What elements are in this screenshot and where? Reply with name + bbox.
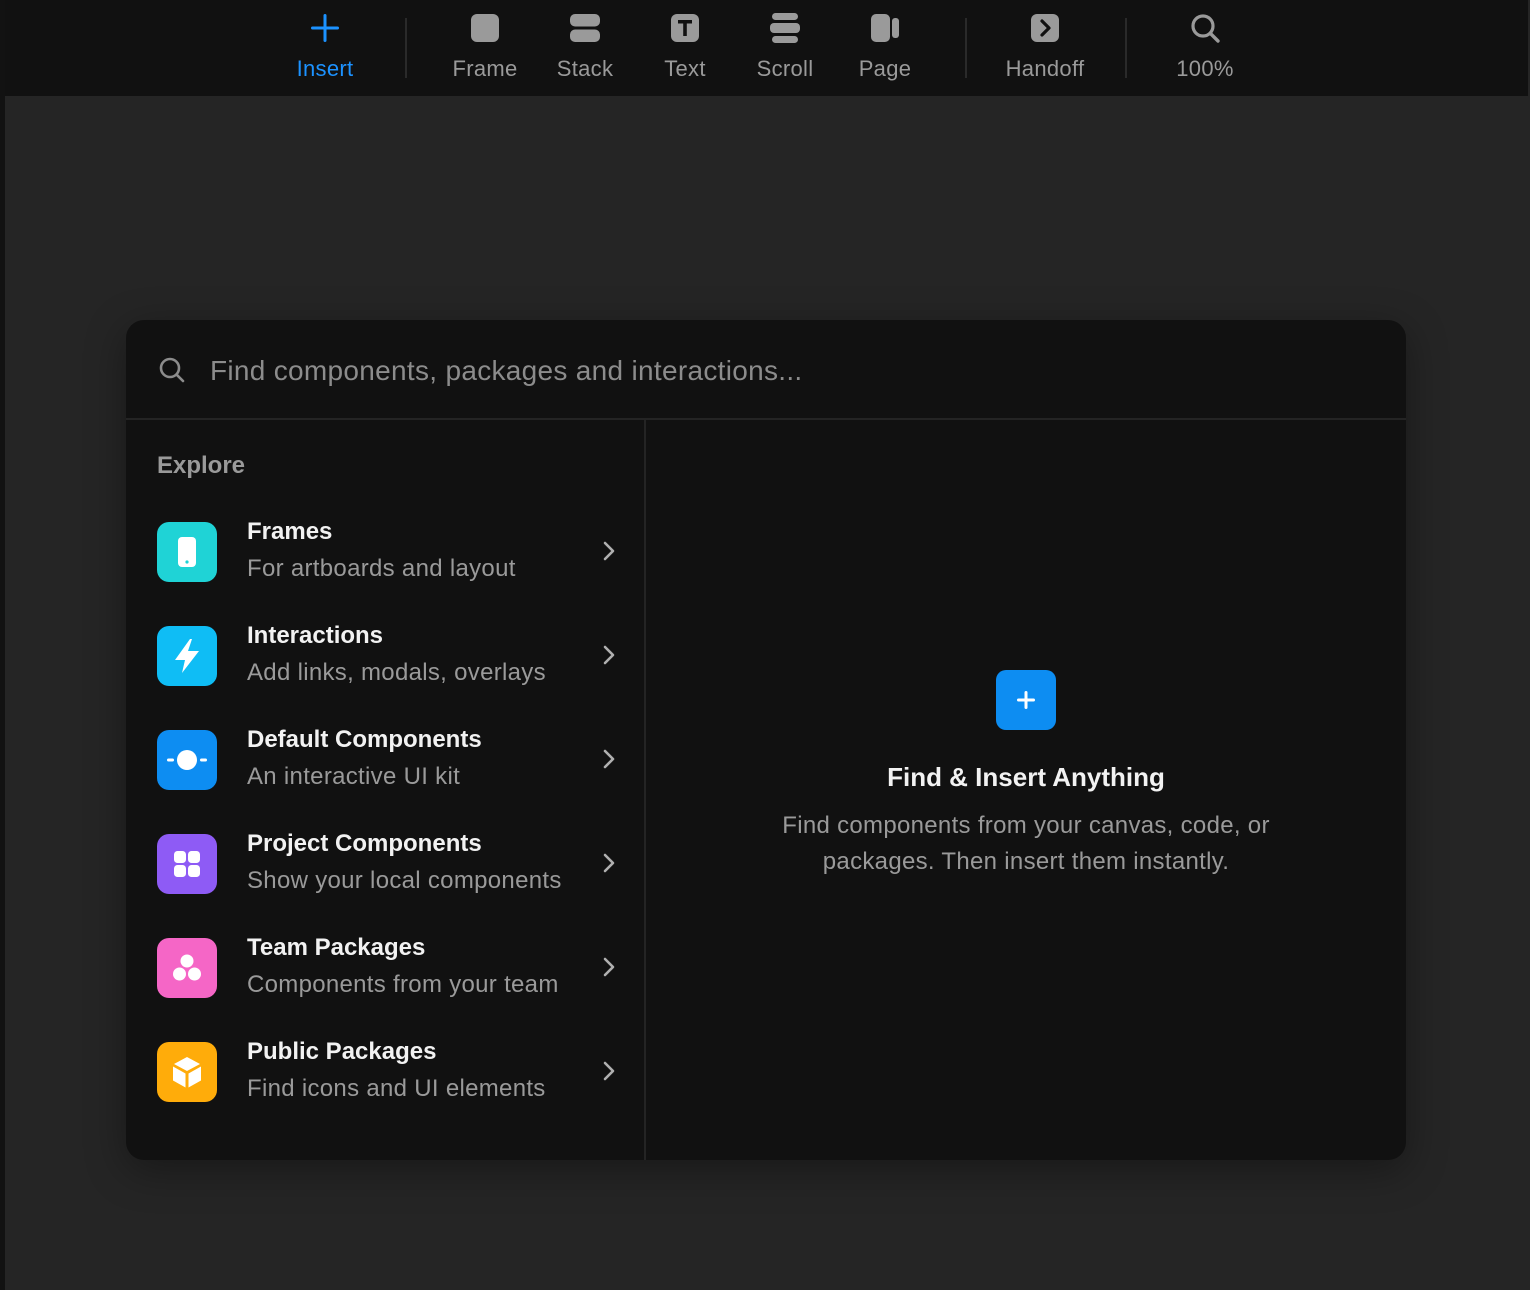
toolbar-zoom-button[interactable]: 100% xyxy=(1155,0,1255,96)
toolbar-scroll-label: Scroll xyxy=(756,56,814,81)
empty-state-pane: Find & Insert Anything Find components f… xyxy=(646,420,1406,1160)
team-packages-icon-box xyxy=(157,938,217,998)
interactions-icon-box xyxy=(157,626,217,686)
toolbar-zoom-label: 100% xyxy=(1176,56,1234,81)
explore-item-interactions[interactable]: Interactions Add links, modals, overlays xyxy=(126,612,644,708)
cube-icon xyxy=(173,1057,201,1088)
explore-item-subtitle: For artboards and layout xyxy=(247,555,516,582)
frame-icon xyxy=(471,14,499,42)
chevron-right-icon xyxy=(603,749,615,769)
plus-icon xyxy=(1017,691,1035,709)
toolbar-frame-label: Frame xyxy=(452,56,518,81)
app-window: Insert Frame Stack Text Scroll Page Hand… xyxy=(5,0,1530,1290)
explore-item-title: Interactions xyxy=(247,622,384,649)
empty-state-title: Find & Insert Anything xyxy=(887,762,1165,792)
explore-item-title: Frames xyxy=(247,518,333,545)
toolbar-insert-label: Insert xyxy=(296,56,354,81)
toolbar-page-button[interactable]: Page xyxy=(835,0,935,96)
toolbar-page-label: Page xyxy=(858,56,912,81)
search-bar xyxy=(126,320,1406,420)
phone-icon xyxy=(178,537,196,567)
empty-state-description: Find components from your canvas, code, … xyxy=(782,812,1270,875)
toolbar-handoff-label: Handoff xyxy=(1005,56,1085,81)
page-icon xyxy=(871,14,899,42)
explore-item-default-components[interactable]: Default Components An interactive UI kit xyxy=(126,716,644,812)
explore-item-subtitle: An interactive UI kit xyxy=(247,763,461,790)
toolbar-insert-button[interactable]: Insert xyxy=(275,0,375,96)
explore-item-subtitle: Components from your team xyxy=(247,971,559,998)
toolbar-separator xyxy=(405,18,407,78)
explore-item-public-packages[interactable]: Public Packages Find icons and UI elemen… xyxy=(126,1028,644,1124)
slider-toggle-icon xyxy=(167,750,207,770)
team-circles-icon xyxy=(173,954,201,981)
plus-icon xyxy=(311,14,339,42)
explore-item-title: Default Components xyxy=(247,726,482,753)
chevron-right-icon xyxy=(603,645,615,665)
explore-item-title: Team Packages xyxy=(247,934,426,961)
lightning-icon xyxy=(175,639,199,673)
chevron-right-icon xyxy=(603,1061,615,1081)
explore-item-frames[interactable]: Frames For artboards and layout xyxy=(126,508,644,604)
grid-icon xyxy=(174,851,200,877)
explore-title: Explore xyxy=(157,452,246,479)
toolbar-separator xyxy=(965,18,967,78)
search-icon xyxy=(159,357,185,383)
explore-pane: Explore Frames For artboards and layout xyxy=(126,420,646,1160)
toolbar-frame-button[interactable]: Frame xyxy=(435,0,535,96)
toolbar: Insert Frame Stack Text Scroll Page Hand… xyxy=(5,0,1528,96)
stack-icon xyxy=(570,14,600,42)
toolbar-handoff-button[interactable]: Handoff xyxy=(995,0,1095,96)
toolbar-scroll-button[interactable]: Scroll xyxy=(735,0,835,96)
chevron-right-icon xyxy=(603,853,615,873)
chevron-right-icon xyxy=(603,541,615,561)
toolbar-separator xyxy=(1125,18,1127,78)
toolbar-text-button[interactable]: Text xyxy=(635,0,735,96)
default-components-icon-box xyxy=(157,730,217,790)
explore-item-title: Public Packages xyxy=(247,1038,437,1065)
text-icon xyxy=(671,14,699,42)
insert-panel: Explore Frames For artboards and layout xyxy=(126,320,1406,1160)
frames-icon-box xyxy=(157,522,217,582)
scroll-icon xyxy=(770,13,800,43)
explore-item-subtitle: Find icons and UI elements xyxy=(247,1075,546,1102)
explore-item-title: Project Components xyxy=(247,830,482,857)
toolbar-text-label: Text xyxy=(664,56,706,81)
toolbar-stack-label: Stack xyxy=(556,56,614,81)
explore-item-subtitle: Add links, modals, overlays xyxy=(247,659,546,686)
zoom-icon xyxy=(1191,14,1220,43)
project-components-icon-box xyxy=(157,834,217,894)
chevron-right-icon xyxy=(603,957,615,977)
empty-state-insert-button[interactable] xyxy=(996,670,1056,730)
explore-item-subtitle: Show your local components xyxy=(247,867,562,894)
toolbar-stack-button[interactable]: Stack xyxy=(535,0,635,96)
explore-item-project-components[interactable]: Project Components Show your local compo… xyxy=(126,820,644,916)
search-input[interactable] xyxy=(208,348,1362,394)
public-packages-icon-box xyxy=(157,1042,217,1102)
handoff-icon xyxy=(1031,14,1059,42)
explore-item-team-packages[interactable]: Team Packages Components from your team xyxy=(126,924,644,1020)
